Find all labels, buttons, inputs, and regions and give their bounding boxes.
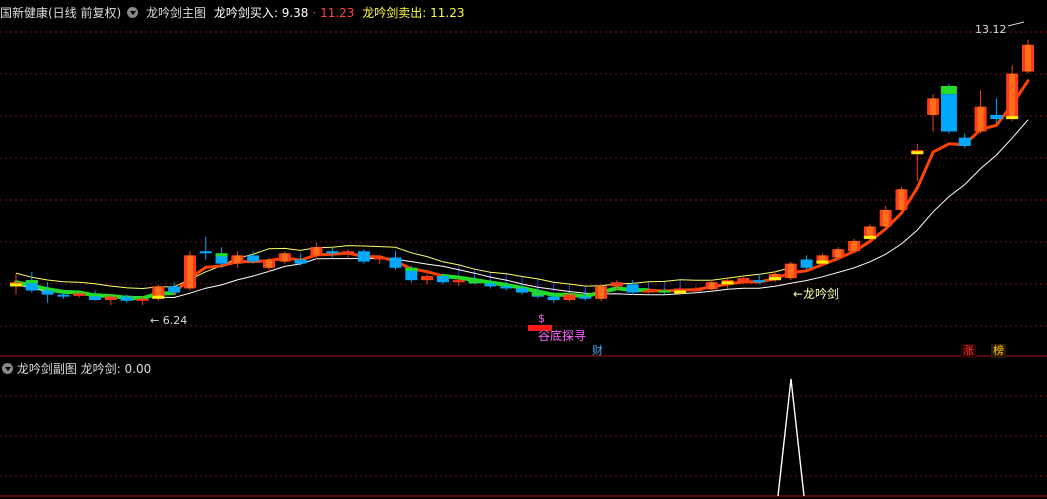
- candle-body: [958, 137, 971, 146]
- candle-mark: [721, 281, 734, 285]
- candle-mark: [152, 295, 165, 299]
- candle-body: [104, 296, 117, 300]
- candle-body: [563, 294, 576, 300]
- candle-body: [626, 284, 639, 293]
- candle-highlight: [882, 209, 889, 227]
- candle-mark: [405, 267, 418, 271]
- ma-line: [15, 119, 1029, 299]
- candle-highlight: [266, 259, 272, 268]
- trend-segment: [456, 275, 477, 282]
- candle-body: [294, 259, 307, 264]
- candle-body: [136, 298, 149, 301]
- candle-mark: [10, 283, 22, 287]
- low-price-label: ← 6.24: [150, 314, 187, 327]
- candle-highlight: [835, 249, 842, 258]
- candle-highlight: [281, 253, 288, 262]
- candle-mark: [911, 151, 924, 155]
- candle-body: [199, 251, 212, 254]
- trend-segment: [931, 142, 951, 154]
- candle-body: [357, 251, 370, 262]
- candle-body: [436, 276, 449, 283]
- candle-body: [642, 290, 655, 293]
- candle-body: [421, 276, 434, 281]
- candle-body: [940, 94, 957, 132]
- sub-signal-line: [777, 378, 805, 497]
- trend-segment: [425, 270, 445, 278]
- candle-body: [41, 290, 54, 295]
- candle-body: [57, 294, 70, 297]
- candle-mark: [25, 280, 38, 284]
- candle-body: [342, 251, 355, 254]
- trend-segment: [915, 150, 935, 190]
- candle-body: [579, 296, 592, 299]
- dollar-marker: $: [538, 312, 545, 325]
- trend-segment: [204, 264, 224, 269]
- candle-mark: [658, 290, 671, 293]
- candle-body: [753, 280, 766, 283]
- candle-body: [120, 296, 133, 301]
- trend-segment: [61, 289, 82, 295]
- candle-mark: [816, 260, 829, 264]
- high-arrow: [1007, 21, 1025, 27]
- badge-zhang[interactable]: 涨: [961, 344, 976, 358]
- candle-highlight: [1009, 73, 1016, 120]
- high-price-label: 13.12: [975, 23, 1007, 36]
- candle-body: [500, 286, 513, 289]
- candle-highlight: [313, 247, 320, 256]
- candle-body: [326, 251, 339, 254]
- candle-body: [689, 289, 702, 292]
- candle-mark: [674, 290, 687, 294]
- candle-mark: [531, 292, 544, 296]
- candle-body: [547, 296, 560, 300]
- candle-mark: [1006, 116, 1019, 120]
- candle-highlight: [787, 263, 794, 279]
- candle-highlight: [851, 240, 858, 252]
- candle-body: [800, 259, 813, 268]
- candle-body: [990, 114, 1003, 120]
- candle-body: [168, 286, 181, 293]
- candle-mark: [89, 293, 102, 297]
- longyin-label: ←龙吟剑: [793, 286, 839, 301]
- badge-bang[interactable]: 榜: [991, 344, 1006, 358]
- candle-body: [610, 282, 623, 287]
- candle-body: [737, 278, 750, 283]
- candle-body: [73, 293, 86, 296]
- candle-mark: [468, 280, 481, 284]
- candle-highlight: [930, 98, 937, 115]
- candle-mark: [769, 277, 781, 281]
- candle-highlight: [1025, 44, 1031, 72]
- candle-highlight: [234, 255, 241, 264]
- candle-highlight: [598, 286, 605, 299]
- candle-mark: [863, 235, 876, 239]
- candle-body: [940, 86, 957, 95]
- candle-body: [516, 288, 528, 293]
- signal-text: 谷底探寻: [538, 328, 586, 343]
- candle-highlight: [898, 189, 905, 210]
- candle-body: [389, 257, 402, 268]
- candle-body: [452, 280, 465, 283]
- candle-highlight: [708, 282, 715, 290]
- badge-cai[interactable]: 财: [590, 344, 605, 358]
- candle-body: [373, 257, 386, 260]
- candle-mark: [215, 253, 228, 257]
- candle-highlight: [186, 255, 193, 289]
- candle-highlight: [977, 106, 984, 132]
- band-line: [15, 245, 791, 290]
- kline-chart[interactable]: ← 6.24 13.12 $ 谷底探寻 ←龙吟剑: [0, 0, 1047, 499]
- candle-body: [484, 283, 497, 287]
- candle-body: [247, 255, 260, 262]
